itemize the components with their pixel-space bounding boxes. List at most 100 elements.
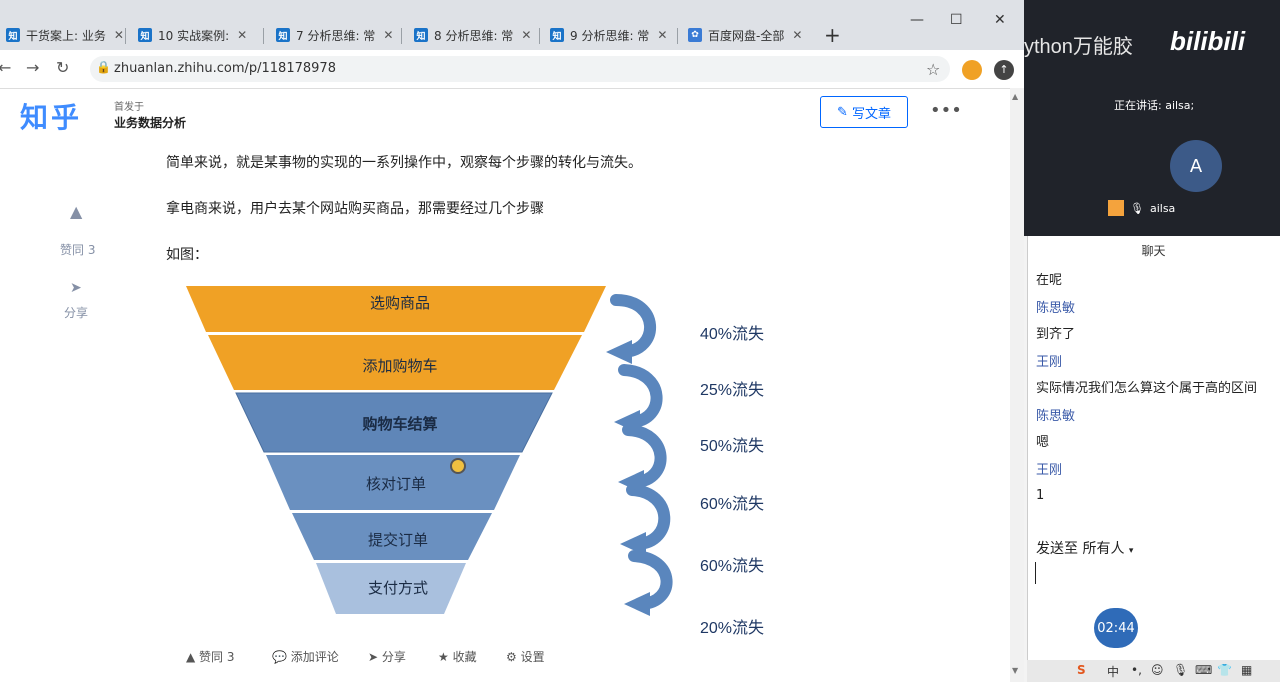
comment-button[interactable]: 💬 添加评论 [272, 648, 339, 665]
tab-label: 10 实战案例: [158, 28, 230, 43]
zhihu-logo[interactable]: 知乎 [20, 96, 82, 136]
share-icon[interactable]: ➤ [70, 280, 82, 296]
url-field[interactable]: 🔒 zhuanlan.zhihu.com/p/118178978 [90, 56, 950, 82]
send-to-label: 发送至 [1036, 541, 1078, 557]
arrowhead [606, 340, 632, 364]
chat-message: 实际情况我们怎么算这个属于高的区间 [1036, 381, 1258, 396]
scroll-down-icon[interactable]: ▼ [1012, 666, 1018, 675]
loss-label: 20%流失 [700, 620, 765, 637]
star-icon: ★ [438, 650, 453, 664]
new-tab-button[interactable]: + [824, 20, 841, 50]
zhihu-favicon-icon: 知 [6, 28, 20, 42]
tab-5[interactable]: ✿ 百度网盘-全部 ✕ [688, 20, 802, 50]
bottom-vote-button[interactable]: ▲ 赞同 3 [186, 648, 235, 665]
tab-label: 8 分析思维: 常 [434, 28, 514, 43]
minimize-button[interactable]: — [910, 12, 924, 28]
tab-close-icon[interactable]: ✕ [792, 28, 802, 42]
scroll-up-icon[interactable]: ▲ [1012, 92, 1018, 101]
emoji-icon[interactable]: ☺ [1151, 663, 1164, 677]
edit-icon: ✎ [837, 104, 848, 120]
column-name[interactable]: 业务数据分析 [114, 114, 186, 131]
star-icon[interactable]: ☆ [926, 60, 940, 79]
tab-1[interactable]: 知 10 实战案例: ✕ [138, 20, 247, 50]
tab-4[interactable]: 知 9 分析思维: 常 ✕ [550, 20, 667, 50]
arrowhead [624, 592, 650, 616]
article-paragraph: 简单来说，就是某事物的实现的一系列操作中，观察每个步骤的转化与流失。 [166, 155, 642, 171]
tab-close-icon[interactable]: ✕ [114, 28, 124, 42]
recipient-value: 所有人 [1082, 541, 1125, 557]
article-paragraph: 如图： [166, 247, 208, 263]
tab-separator [677, 28, 678, 44]
update-icon[interactable]: ↑ [994, 60, 1014, 80]
loss-label: 40%流失 [700, 326, 765, 343]
settings-button[interactable]: ⚙ 设置 [506, 648, 545, 665]
tab-3[interactable]: 知 8 分析思维: 常 ✕ [414, 20, 531, 50]
skin-icon[interactable]: 👕 [1217, 663, 1232, 677]
more-button[interactable]: ••• [930, 100, 962, 121]
tab-separator [125, 28, 126, 44]
mic-icon: 🎙 [1130, 201, 1144, 215]
funnel-stage-label: 核对订单 [365, 475, 426, 493]
loss-label: 60%流失 [700, 496, 765, 513]
funnel-stage-label: 选购商品 [369, 294, 430, 312]
maximize-button[interactable]: ☐ [950, 12, 963, 28]
extension-icon[interactable] [962, 60, 982, 80]
ime-toolbar: S 中 •, ☺ 🎙 ⌨ 👕 ▦ [1027, 660, 1280, 682]
sogou-icon[interactable]: S [1077, 663, 1086, 677]
chat-message: 在呢 [1036, 273, 1063, 288]
chat-input-caret[interactable] [1035, 562, 1036, 584]
chat-sender: 陈思敏 [1036, 301, 1076, 316]
chat-message: 嗯 [1036, 435, 1050, 450]
tab-label: 干货案上: 业务 [26, 28, 106, 43]
vote-label: 赞同 3 [199, 650, 235, 664]
tab-0[interactable]: 知 干货案上: 业务 ✕ [6, 20, 124, 50]
avatar: A [1170, 140, 1222, 192]
side-vote-label[interactable]: 赞同 3 [60, 241, 95, 258]
funnel-stage-label: 添加购物车 [362, 357, 438, 375]
tab-2[interactable]: 知 7 分析思维: 常 ✕ [276, 20, 393, 50]
tab-label: 9 分析思维: 常 [570, 28, 650, 43]
keyboard-icon[interactable]: ⌨ [1195, 663, 1212, 677]
share-button[interactable]: ➤ 分享 [368, 648, 406, 665]
zhihu-favicon-icon: 知 [550, 28, 564, 42]
chat-sender: 王刚 [1036, 463, 1063, 478]
chat-title: 聊天 [1141, 244, 1166, 258]
user-icon [1108, 200, 1124, 216]
comment-label: 添加评论 [290, 650, 339, 664]
ime-mode[interactable]: 中 [1107, 663, 1119, 680]
tab-separator [539, 28, 540, 44]
tab-close-icon[interactable]: ✕ [383, 28, 393, 42]
scrollbar[interactable] [1010, 88, 1024, 682]
funnel-stage-label: 提交订单 [367, 531, 428, 549]
baidu-pan-favicon-icon: ✿ [688, 28, 702, 42]
back-icon[interactable]: ← [0, 58, 11, 77]
chat-sender: 王刚 [1036, 355, 1063, 370]
reload-icon[interactable]: ↻ [56, 58, 69, 77]
lock-icon: 🔒 [96, 60, 111, 74]
write-article-label: 写文章 [851, 106, 891, 122]
collect-button[interactable]: ★ 收藏 [438, 648, 477, 665]
tab-separator [401, 28, 402, 44]
punctuation-icon[interactable]: •, [1131, 663, 1142, 677]
window-close-button[interactable]: ✕ [994, 12, 1006, 28]
grid-icon[interactable]: ▦ [1241, 663, 1252, 677]
side-share-label[interactable]: 分享 [64, 304, 88, 321]
mic-icon[interactable]: 🎙 [1173, 663, 1188, 677]
tab-close-icon[interactable]: ✕ [237, 28, 247, 42]
tab-close-icon[interactable]: ✕ [657, 28, 667, 42]
upvote-icon[interactable]: ▲ [70, 202, 82, 221]
participant-row: 🎙 ailsa [1108, 200, 1175, 216]
send-to-selector[interactable]: 发送至 所有人 ▾ [1036, 538, 1133, 558]
comment-icon: 💬 [272, 650, 291, 664]
loss-label: 60%流失 [700, 558, 765, 575]
article-paragraph: 拿电商来说，用户去某个网站购买商品，那需要经过几个步骤 [166, 201, 544, 217]
bilibili-logo: bilibili [1170, 26, 1246, 56]
write-article-button[interactable]: ✎ 写文章 [820, 96, 908, 128]
forward-icon[interactable]: → [26, 58, 39, 77]
chat-sender: 陈思敏 [1036, 409, 1076, 424]
tab-close-icon[interactable]: ✕ [521, 28, 531, 42]
loss-label: 50%流失 [700, 438, 765, 455]
chat-message: 1 [1036, 488, 1045, 503]
share-icon: ➤ [368, 650, 382, 664]
funnel-stage-label: 支付方式 [367, 579, 428, 597]
